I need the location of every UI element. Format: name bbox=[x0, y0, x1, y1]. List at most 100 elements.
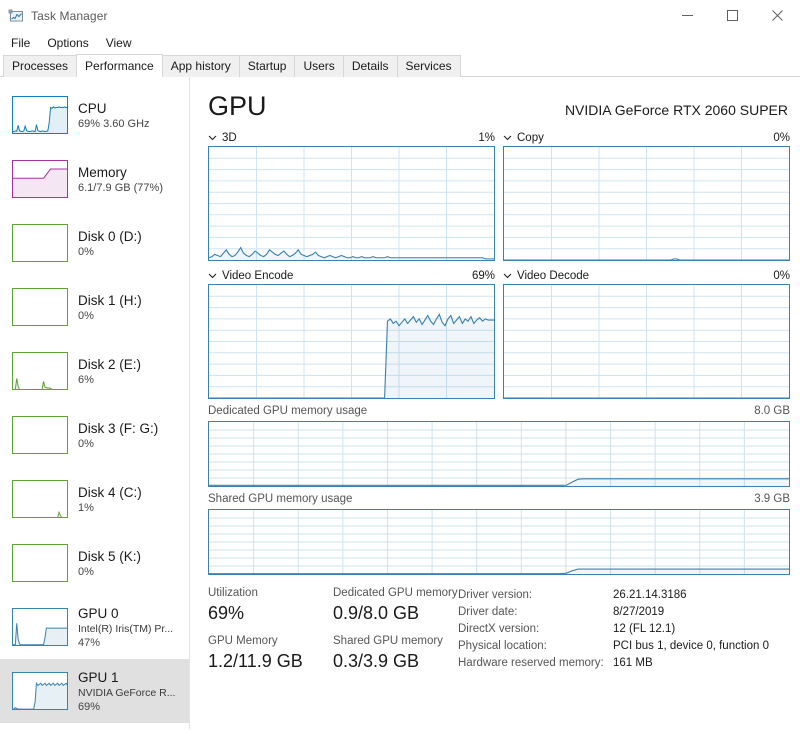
engine-chart-video-encode: Video Encode 69% bbox=[208, 267, 495, 399]
sidebar-item-memory[interactable]: Memory 6.1/7.9 GB (77%) bbox=[0, 147, 189, 211]
sidebar-item-cpu[interactable]: CPU 69% 3.60 GHz bbox=[0, 83, 189, 147]
detail-key: Driver version: bbox=[458, 589, 533, 601]
sidebar-item-disk-3-f-g-[interactable]: Disk 3 (F: G:) 0% bbox=[0, 403, 189, 467]
menu-bar: File Options View bbox=[0, 31, 800, 54]
engine-graph bbox=[208, 146, 495, 261]
engine-name: Video Encode bbox=[222, 269, 294, 282]
memory-graphs: Dedicated GPU memory usage 8.0 GB Shared G… bbox=[208, 405, 790, 575]
detail-value: 12 (FL 12.1) bbox=[613, 623, 676, 635]
menu-item-file[interactable]: File bbox=[7, 34, 39, 52]
tab-strip: Processes Performance App history Startup Us… bbox=[0, 54, 800, 77]
sidebar-item-text: Disk 0 (D:) 0% bbox=[78, 228, 142, 259]
sidebar-item-disk-1-h-[interactable]: Disk 1 (H:) 0% bbox=[0, 275, 189, 339]
sidebar-thumbnail bbox=[12, 288, 68, 326]
sidebar-item-label: GPU 1 bbox=[78, 669, 119, 685]
sidebar-item-sub: 69% 3.60 GHz bbox=[78, 117, 150, 130]
minimize-button[interactable] bbox=[665, 0, 710, 31]
sidebar-item-disk-4-c-[interactable]: Disk 4 (C:) 1% bbox=[0, 467, 189, 531]
sidebar-item-label: Disk 5 (K:) bbox=[78, 548, 142, 564]
sidebar-item-label: Disk 2 (E:) bbox=[78, 356, 142, 372]
sidebar-item-gpu-0[interactable]: GPU 0 Intel(R) Iris(TM) Pr... 47% bbox=[0, 595, 189, 659]
stat-shared-gpu-memory: Shared GPU memory 0.3/3.9 GB bbox=[333, 633, 458, 673]
engine-chart-copy: Copy 0% bbox=[503, 129, 790, 261]
sidebar-item-sub: NVIDIA GeForce R... bbox=[78, 686, 176, 699]
engine-label-group: Video Decode bbox=[503, 270, 589, 282]
menu-item-options[interactable]: Options bbox=[43, 34, 97, 52]
sidebar-item-disk-0-d-[interactable]: Disk 0 (D:) 0% bbox=[0, 211, 189, 275]
engine-value: 1% bbox=[478, 131, 495, 144]
chevron-down-icon[interactable] bbox=[208, 133, 217, 142]
chevron-down-icon[interactable] bbox=[208, 271, 217, 280]
detail-key: Hardware reserved memory: bbox=[458, 657, 604, 669]
engine-value: 0% bbox=[773, 269, 790, 282]
engine-value: 69% bbox=[471, 269, 495, 282]
detail-value: 26.21.14.3186 bbox=[613, 589, 687, 601]
engine-value: 0% bbox=[773, 131, 790, 144]
stat-value: 0.9/8.0 GB bbox=[333, 603, 420, 623]
engine-chart-3d: 3D 1% bbox=[208, 129, 495, 261]
sidebar-thumbnail bbox=[12, 352, 68, 390]
maximize-button[interactable] bbox=[710, 0, 755, 31]
stat-value: 1.2/11.9 GB bbox=[208, 651, 303, 671]
sidebar-item-sub: 6.1/7.9 GB (77%) bbox=[78, 181, 163, 194]
engine-graph bbox=[208, 284, 495, 399]
gpu-device-name: NVIDIA GeForce RTX 2060 SUPER bbox=[564, 102, 788, 118]
detail-row: Hardware reserved memory: 161 MB bbox=[458, 655, 790, 672]
chevron-down-icon[interactable] bbox=[503, 133, 512, 142]
sidebar-item-label: Disk 0 (D:) bbox=[78, 228, 142, 244]
sidebar-item-label: CPU bbox=[78, 100, 107, 116]
sidebar-item-gpu-1[interactable]: GPU 1 NVIDIA GeForce R... 69% bbox=[0, 659, 189, 723]
tab-services[interactable]: Services bbox=[396, 55, 461, 77]
resource-sidebar: CPU 69% 3.60 GHz Memory 6.1/7.9 GB (77%) Dis… bbox=[0, 77, 190, 729]
stat-key: Utilization bbox=[208, 587, 258, 599]
tab-app-history[interactable]: App history bbox=[161, 55, 240, 77]
sidebar-item-label: Disk 4 (C:) bbox=[78, 484, 142, 500]
sidebar-item-sub: 0% bbox=[78, 565, 94, 578]
stat-utilization: Utilization 69% bbox=[208, 585, 333, 625]
memory-graph-block: Shared GPU memory usage 3.9 GB bbox=[208, 493, 790, 575]
sidebar-item-disk-5-k-[interactable]: Disk 5 (K:) 0% bbox=[0, 531, 189, 595]
detail-value: 8/27/2019 bbox=[613, 606, 665, 618]
memory-graph-label: Shared GPU memory usage bbox=[208, 493, 353, 505]
sidebar-item-label: GPU 0 bbox=[78, 605, 119, 621]
title-bar: Task Manager bbox=[0, 0, 800, 31]
sidebar-item-sub2: 69% bbox=[78, 700, 101, 713]
engine-chart-header: Copy 0% bbox=[503, 129, 790, 146]
menu-item-view[interactable]: View bbox=[102, 34, 141, 52]
chevron-down-icon[interactable] bbox=[503, 271, 512, 280]
sidebar-item-label: Memory bbox=[78, 164, 127, 180]
sidebar-thumbnail bbox=[12, 672, 68, 710]
stat-gpu-memory: GPU Memory 1.2/11.9 GB bbox=[208, 633, 333, 673]
tab-details[interactable]: Details bbox=[342, 55, 398, 77]
memory-graph-label: Dedicated GPU memory usage bbox=[208, 405, 368, 417]
sidebar-item-sub: 0% bbox=[78, 437, 94, 450]
tab-users[interactable]: Users bbox=[294, 55, 344, 77]
sidebar-item-text: Disk 3 (F: G:) 0% bbox=[78, 420, 158, 451]
window-title: Task Manager bbox=[31, 8, 108, 23]
engine-name: Copy bbox=[517, 131, 544, 144]
sidebar-item-sub2: 47% bbox=[78, 636, 101, 649]
tab-processes[interactable]: Processes bbox=[3, 55, 78, 77]
gpu-detail-panel: GPU NVIDIA GeForce RTX 2060 SUPER 3D 1% Co… bbox=[190, 77, 800, 729]
sidebar-item-disk-2-e-[interactable]: Disk 2 (E:) 6% bbox=[0, 339, 189, 403]
stat-value: 69% bbox=[208, 603, 245, 623]
stat-dedicated-gpu-memory: Dedicated GPU memory 0.9/8.0 GB bbox=[333, 585, 458, 625]
memory-graph bbox=[208, 421, 790, 487]
tab-startup[interactable]: Startup bbox=[238, 55, 296, 77]
sidebar-thumbnail bbox=[12, 96, 68, 134]
sidebar-item-sub: 0% bbox=[78, 309, 94, 322]
sidebar-item-sub: 1% bbox=[78, 501, 94, 514]
engine-name: 3D bbox=[222, 131, 237, 144]
detail-key: Driver date: bbox=[458, 606, 518, 618]
tab-performance[interactable]: Performance bbox=[76, 54, 163, 77]
sidebar-item-sub: 0% bbox=[78, 245, 94, 258]
close-button[interactable] bbox=[755, 0, 800, 31]
page-title: GPU bbox=[208, 91, 267, 121]
sidebar-thumbnail bbox=[12, 544, 68, 582]
engine-graph bbox=[503, 284, 790, 399]
sidebar-item-text: GPU 0 Intel(R) Iris(TM) Pr... 47% bbox=[78, 605, 173, 650]
panel-header: GPU NVIDIA GeForce RTX 2060 SUPER bbox=[208, 91, 790, 121]
sidebar-thumbnail bbox=[12, 224, 68, 262]
window-controls bbox=[665, 0, 800, 31]
stat-key: Dedicated GPU memory bbox=[333, 587, 458, 599]
